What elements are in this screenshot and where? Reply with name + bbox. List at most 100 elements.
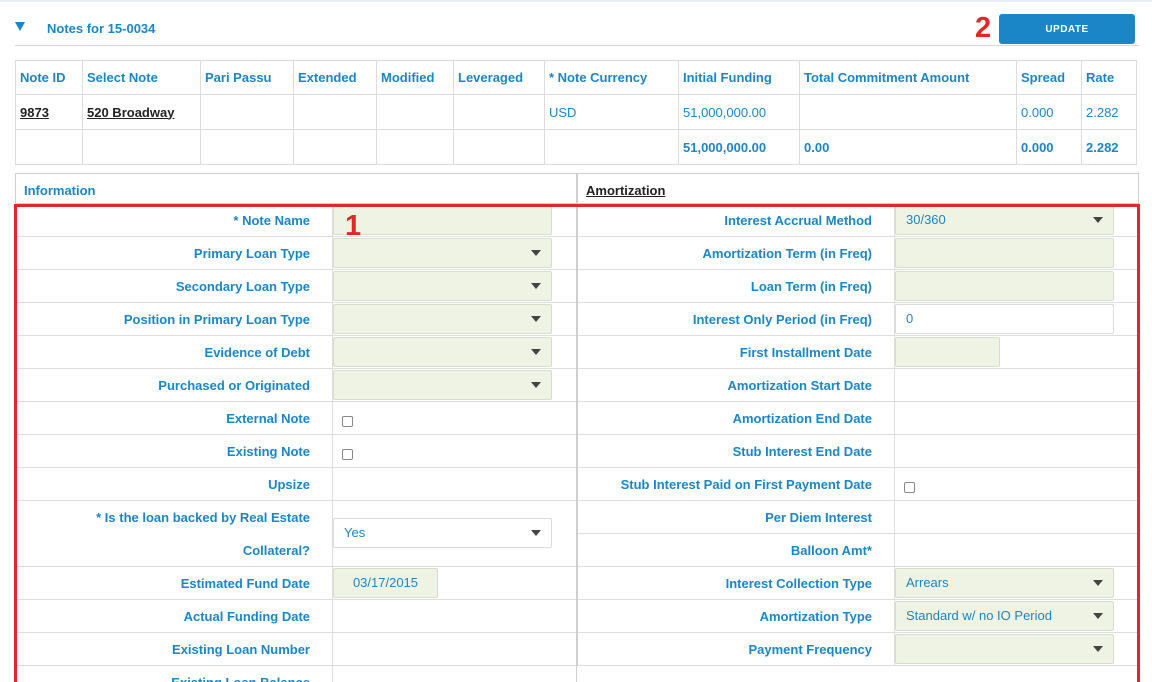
field-value-cell bbox=[894, 369, 1138, 401]
field-value-cell bbox=[332, 468, 576, 500]
chevron-down-icon bbox=[1093, 580, 1103, 586]
field-label: Interest Only Period (in Freq) bbox=[692, 312, 872, 327]
external-note-checkbox[interactable] bbox=[342, 416, 353, 427]
col-header: Modified bbox=[376, 60, 454, 95]
first-installment-date-date-field[interactable] bbox=[895, 337, 1000, 367]
annotation-marker-1: 1 bbox=[345, 210, 362, 242]
form-row-purchased-or-originated: Purchased or Originated bbox=[16, 369, 576, 402]
form-panels: Information Amortization * Note Name Prim… bbox=[15, 173, 1139, 682]
annotation-marker-2: 2 bbox=[975, 12, 992, 44]
interest-collection-type-select[interactable]: Arrears bbox=[895, 568, 1114, 598]
col-header: Select Note bbox=[82, 60, 201, 95]
field-value-cell bbox=[332, 633, 576, 665]
field-label: Actual Funding Date bbox=[183, 609, 310, 624]
field-value-cell bbox=[894, 435, 1138, 467]
form-row-payment-frequency: Payment Frequency bbox=[578, 633, 1138, 666]
amortization-term-in-freq-input[interactable] bbox=[895, 238, 1114, 268]
loan-term-in-freq-input[interactable] bbox=[895, 271, 1114, 301]
field-label: Payment Frequency bbox=[748, 642, 872, 657]
total-commitment-cell bbox=[799, 94, 1017, 130]
table-header-row: Note ID Select Note Pari Passu Extended … bbox=[15, 60, 1137, 95]
col-header: Extended bbox=[293, 60, 377, 95]
form-row-interest-accrual-method: Interest Accrual Method 30/360 bbox=[578, 204, 1138, 237]
field-label: Amortization Start Date bbox=[727, 378, 872, 393]
spread-cell: 0.000 bbox=[1016, 94, 1082, 130]
form-row-amortization-term-in-freq: Amortization Term (in Freq) bbox=[578, 237, 1138, 270]
field-value-cell bbox=[332, 666, 576, 682]
form-row-actual-funding-date: Actual Funding Date bbox=[16, 600, 576, 633]
form-row-amortization-end-date: Amortization End Date bbox=[578, 402, 1138, 435]
form-row-existing-loan-balance: Existing Loan Balance bbox=[16, 666, 576, 682]
field-label: Amortization Term (in Freq) bbox=[702, 246, 872, 261]
update-button[interactable]: UPDATE bbox=[999, 14, 1135, 44]
form-row-upsize: Upsize bbox=[16, 468, 576, 501]
existing-note-checkbox[interactable] bbox=[342, 449, 353, 460]
form-row-loan-term-in-freq: Loan Term (in Freq) bbox=[578, 270, 1138, 303]
select-note-link[interactable]: 520 Broadway bbox=[87, 105, 174, 120]
field-value-cell bbox=[332, 435, 576, 467]
field-label: Stub Interest End Date bbox=[732, 444, 872, 459]
evidence-of-debt-select[interactable] bbox=[333, 337, 552, 367]
estimated-fund-date-date-field[interactable]: 03/17/2015 bbox=[333, 568, 438, 598]
total-rate: 2.282 bbox=[1081, 129, 1137, 165]
field-value-cell bbox=[332, 402, 576, 434]
interest-accrual-method-select[interactable]: 30/360 bbox=[895, 205, 1114, 235]
notes-page: { "header":{"title":"Notes for 15-0034",… bbox=[0, 0, 1152, 682]
primary-loan-type-select[interactable] bbox=[333, 238, 552, 268]
field-label: Secondary Loan Type bbox=[175, 279, 310, 294]
secondary-loan-type-select[interactable] bbox=[333, 271, 552, 301]
chevron-down-icon bbox=[531, 316, 541, 322]
purchased-or-originated-select[interactable] bbox=[333, 370, 552, 400]
field-value: 0 bbox=[906, 311, 914, 326]
information-header: Information bbox=[15, 173, 577, 204]
field-value: 30/360 bbox=[906, 212, 946, 227]
field-label: Amortization End Date bbox=[732, 411, 872, 426]
field-label-line: * Is the loan backed by Real Estate bbox=[96, 510, 310, 525]
form-row-stub-interest-paid-on-first-payment-date: Stub Interest Paid on First Payment Date bbox=[578, 468, 1138, 501]
field-value: Yes bbox=[344, 525, 366, 540]
chevron-down-icon bbox=[1093, 646, 1103, 652]
total-initial-funding: 51,000,000.00 bbox=[678, 129, 800, 165]
note-name-input[interactable] bbox=[333, 205, 552, 235]
chevron-down-icon bbox=[531, 349, 541, 355]
page-title[interactable]: Notes for 15-0034 bbox=[47, 21, 155, 36]
form-row-amortization-type: Amortization Type Standard w/ no IO Perio… bbox=[578, 600, 1138, 633]
field-value-cell bbox=[894, 468, 1138, 500]
form-row-stub-interest-end-date: Stub Interest End Date bbox=[578, 435, 1138, 468]
field-value-cell bbox=[894, 534, 1138, 566]
total-spread: 0.000 bbox=[1016, 129, 1082, 165]
form-row-per-diem-interest: Per Diem Interest bbox=[578, 501, 1138, 534]
payment-frequency-select[interactable] bbox=[895, 634, 1114, 664]
form-row-interest-collection-type: Interest Collection Type Arrears bbox=[578, 567, 1138, 600]
field-label: Existing Note bbox=[226, 444, 310, 459]
totals-row: 51,000,000.00 0.00 0.000 2.282 bbox=[15, 129, 1137, 165]
form-row-position-in-primary-loan-type: Position in Primary Loan Type bbox=[16, 303, 576, 336]
form-row-first-installment-date: First Installment Date bbox=[578, 336, 1138, 369]
field-label: Estimated Fund Date bbox=[180, 576, 310, 591]
position-in-primary-loan-type-select[interactable] bbox=[333, 304, 552, 334]
field-label: Stub Interest Paid on First Payment Date bbox=[620, 477, 872, 492]
amortization-type-select[interactable]: Standard w/ no IO Period bbox=[895, 601, 1114, 631]
field-label: Upsize bbox=[268, 477, 310, 492]
interest-only-period-in-freq-input[interactable]: 0 bbox=[895, 304, 1114, 334]
amortization-tab[interactable]: Amortization bbox=[577, 173, 1139, 204]
col-header: Pari Passu bbox=[200, 60, 294, 95]
form-row-interest-only-period-in-freq: Interest Only Period (in Freq) 0 bbox=[578, 303, 1138, 336]
stub-interest-paid-on-first-payment-date-checkbox[interactable] bbox=[904, 482, 915, 493]
field-label: Position in Primary Loan Type bbox=[123, 312, 310, 327]
field-label: Interest Accrual Method bbox=[724, 213, 872, 228]
note-id-link[interactable]: 9873 bbox=[20, 105, 49, 120]
form-row-amortization-start-date: Amortization Start Date bbox=[578, 369, 1138, 402]
collapse-triangle-icon[interactable] bbox=[15, 22, 25, 31]
field-value: Standard w/ no IO Period bbox=[906, 608, 1052, 623]
rate-cell: 2.282 bbox=[1081, 94, 1137, 130]
field-label: * Note Name bbox=[233, 213, 310, 228]
col-header: Total Commitment Amount bbox=[799, 60, 1017, 95]
is-the-loan-backed-by-real-estate-select[interactable]: Yes bbox=[333, 518, 552, 548]
modified-cell bbox=[376, 94, 454, 130]
col-header: Note ID bbox=[15, 60, 83, 95]
form-row-note-name: * Note Name bbox=[16, 204, 576, 237]
extended-cell bbox=[293, 94, 377, 130]
chevron-down-icon bbox=[531, 530, 541, 536]
notes-header: Notes for 15-0034 bbox=[15, 14, 1139, 46]
